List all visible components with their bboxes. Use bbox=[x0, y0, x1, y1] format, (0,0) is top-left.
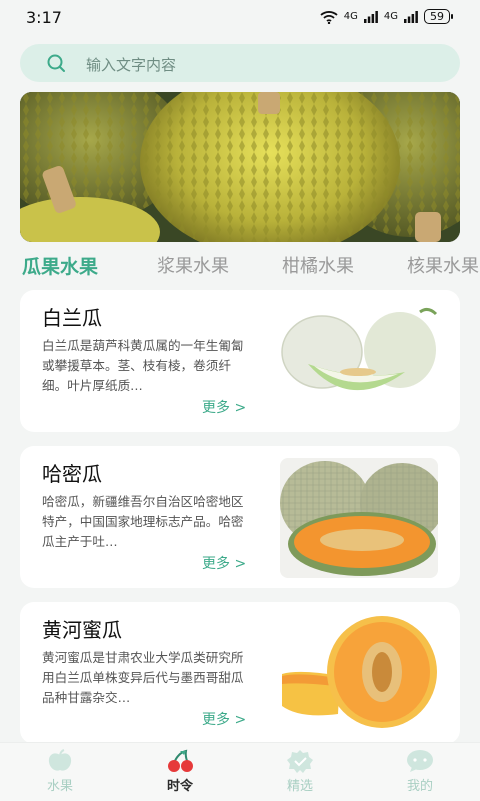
nav-featured[interactable]: 精选 bbox=[260, 749, 340, 794]
banner-image[interactable] bbox=[20, 92, 460, 242]
tab-melon-fruit[interactable]: 瓜果水果 bbox=[22, 252, 98, 279]
tab-citrus-fruit[interactable]: 柑橘水果 bbox=[282, 252, 354, 278]
more-link[interactable]: 更多 > bbox=[202, 709, 246, 729]
status-icons: 4G 4G 59 bbox=[320, 9, 453, 24]
more-label: 更多 bbox=[202, 712, 230, 728]
status-time: 3:17 bbox=[26, 8, 62, 27]
status-bar: 3:17 4G 4G 59 bbox=[0, 0, 480, 34]
bottom-nav: 水果 时令 精选 我的 bbox=[0, 742, 480, 801]
category-tabs: 瓜果水果 浆果水果 柑橘水果 核果水果 bbox=[0, 252, 480, 282]
chevron-right-icon: > bbox=[230, 712, 247, 728]
card-description: 黄河蜜瓜是甘肃农业大学瓜类研究所用白兰瓜单株变异后代与墨西哥甜瓜品种甘露杂交… bbox=[42, 650, 244, 705]
nav-profile[interactable]: 我的 bbox=[380, 749, 460, 794]
signal-label-2: 4G bbox=[383, 11, 398, 22]
more-label: 更多 bbox=[202, 556, 230, 572]
card-description: 哈密瓜，新疆维吾尔自治区哈密地区特产，中国国家地理标志产品。哈密瓜主产于吐… bbox=[42, 494, 244, 549]
card-title: 白兰瓜 bbox=[42, 306, 102, 330]
chat-bubble-icon bbox=[407, 750, 433, 772]
chevron-right-icon: > bbox=[230, 400, 247, 416]
fruit-image bbox=[280, 614, 438, 734]
search-bar[interactable]: 输入文字内容 bbox=[20, 44, 460, 82]
search-icon bbox=[47, 54, 65, 72]
fruit-card[interactable]: 白兰瓜 白兰瓜是葫芦科黄瓜属的一年生匍匐或攀援草本。茎、枝有棱，卷须纤细。叶片厚… bbox=[20, 290, 460, 432]
fruit-card[interactable]: 哈密瓜 哈密瓜，新疆维吾尔自治区哈密地区特产，中国国家地理标志产品。哈密瓜主产于… bbox=[20, 446, 460, 588]
apple-icon bbox=[48, 749, 72, 771]
card-title: 黄河蜜瓜 bbox=[42, 618, 122, 642]
nav-label: 水果 bbox=[46, 779, 73, 794]
nav-seasonal[interactable]: 时令 bbox=[140, 749, 220, 794]
signal-icon bbox=[363, 10, 378, 23]
nav-fruit[interactable]: 水果 bbox=[20, 749, 100, 794]
wifi-icon bbox=[320, 10, 338, 24]
badge-check-icon bbox=[287, 750, 313, 773]
nav-label: 精选 bbox=[286, 779, 313, 794]
fruit-image bbox=[280, 302, 438, 422]
more-link[interactable]: 更多 > bbox=[202, 397, 246, 417]
signal-icon bbox=[404, 10, 418, 23]
more-label: 更多 bbox=[202, 400, 230, 416]
battery-indicator: 59 bbox=[424, 9, 453, 24]
search-input[interactable]: 输入文字内容 bbox=[86, 54, 176, 75]
tab-berry-fruit[interactable]: 浆果水果 bbox=[157, 252, 229, 278]
nav-label: 我的 bbox=[406, 779, 433, 794]
tab-stone-fruit[interactable]: 核果水果 bbox=[407, 252, 479, 278]
fruit-card[interactable]: 黄河蜜瓜 黄河蜜瓜是甘肃农业大学瓜类研究所用白兰瓜单株变异后代与墨西哥甜瓜品种甘… bbox=[20, 602, 460, 744]
signal-label-1: 4G bbox=[343, 11, 358, 22]
chevron-right-icon: > bbox=[230, 556, 247, 572]
card-description: 白兰瓜是葫芦科黄瓜属的一年生匍匐或攀援草本。茎、枝有棱，卷须纤细。叶片厚纸质… bbox=[42, 338, 244, 393]
card-title: 哈密瓜 bbox=[42, 462, 102, 486]
fruit-image bbox=[280, 458, 438, 578]
durian-illustration bbox=[20, 92, 460, 242]
nav-label: 时令 bbox=[166, 779, 193, 794]
more-link[interactable]: 更多 > bbox=[202, 553, 246, 573]
cherries-icon bbox=[168, 749, 193, 772]
